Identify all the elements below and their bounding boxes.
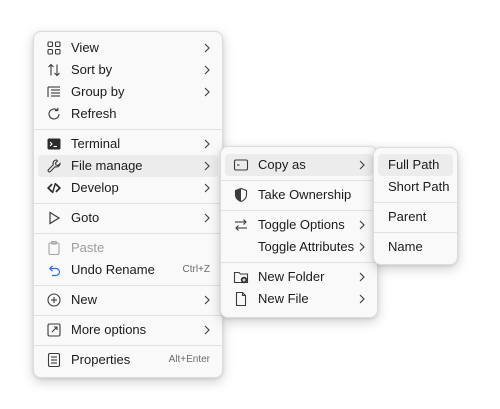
chevron-right-icon bbox=[357, 218, 367, 232]
undo-icon bbox=[46, 262, 62, 278]
menu-item-label: New bbox=[71, 292, 98, 307]
menu-item-view[interactable]: View bbox=[38, 37, 218, 59]
menu-item-new-file[interactable]: New File bbox=[225, 288, 373, 310]
menu-item-sort-by[interactable]: Sort by bbox=[38, 59, 218, 81]
group-list-icon bbox=[46, 84, 62, 100]
menu-separator bbox=[34, 315, 222, 316]
toggle-arrows-icon bbox=[233, 217, 249, 233]
code-icon bbox=[46, 180, 62, 196]
menu-separator bbox=[374, 202, 457, 203]
menu-item-refresh[interactable]: Refresh bbox=[38, 103, 218, 125]
menu-item-short-path[interactable]: Short Path bbox=[378, 176, 453, 198]
sort-icon bbox=[46, 62, 62, 78]
menu-item-label: Develop bbox=[71, 180, 119, 195]
menu-item-label: Parent bbox=[388, 209, 427, 224]
menu-item-label: More options bbox=[71, 322, 147, 337]
shortcut-label: Ctrl+Z bbox=[182, 264, 211, 275]
menu-item-full-path[interactable]: Full Path bbox=[378, 154, 453, 176]
menu-item-take-ownership[interactable]: Take Ownership bbox=[225, 184, 373, 206]
menu-item-toggle-attributes[interactable]: Toggle Attributes bbox=[225, 236, 373, 258]
menu-separator bbox=[34, 233, 222, 234]
chevron-right-icon bbox=[202, 85, 212, 99]
shield-icon bbox=[233, 187, 249, 203]
menu-item-label: New File bbox=[258, 291, 309, 306]
menu-separator bbox=[221, 210, 377, 211]
chevron-right-icon bbox=[202, 41, 212, 55]
menu-item-file-manage[interactable]: File manage bbox=[38, 155, 218, 177]
menu-item-label: Copy as bbox=[258, 157, 306, 172]
wrench-icon bbox=[46, 158, 62, 174]
menu-item-label: Sort by bbox=[71, 62, 113, 77]
copy-as-submenu: Full Path Short Path Parent Name bbox=[373, 147, 458, 265]
menu-item-label: Group by bbox=[71, 84, 125, 99]
chevron-right-icon bbox=[357, 158, 367, 172]
menu-item-label: Properties bbox=[71, 352, 131, 367]
menu-separator bbox=[34, 203, 222, 204]
menu-item-label: New Folder bbox=[258, 269, 325, 284]
menu-item-label: Take Ownership bbox=[258, 187, 352, 202]
properties-icon bbox=[46, 352, 62, 368]
refresh-icon bbox=[46, 106, 62, 122]
menu-item-label: Short Path bbox=[388, 179, 450, 194]
copy-path-icon bbox=[233, 157, 249, 173]
chevron-right-icon bbox=[357, 292, 367, 306]
file-manage-submenu: Copy as Take Ownership Toggle Options To… bbox=[220, 146, 378, 318]
chevron-right-icon bbox=[202, 293, 212, 307]
grid-view-icon bbox=[46, 40, 62, 56]
menu-item-name[interactable]: Name bbox=[378, 236, 453, 258]
menu-item-new[interactable]: New bbox=[38, 289, 218, 311]
menu-item-terminal[interactable]: Terminal bbox=[38, 133, 218, 155]
chevron-right-icon bbox=[357, 240, 367, 254]
menu-item-label: Toggle Attributes bbox=[258, 239, 355, 254]
clipboard-icon bbox=[46, 240, 62, 256]
menu-item-label: Undo Rename bbox=[71, 262, 155, 277]
terminal-icon bbox=[46, 136, 62, 152]
menu-item-toggle-options[interactable]: Toggle Options bbox=[225, 214, 373, 236]
menu-item-label: Paste bbox=[71, 240, 105, 255]
menu-item-group-by[interactable]: Group by bbox=[38, 81, 218, 103]
menu-item-label: File manage bbox=[71, 158, 143, 173]
menu-item-paste[interactable]: Paste bbox=[38, 237, 218, 259]
menu-separator bbox=[34, 345, 222, 346]
context-menu: View Sort by Group by Refresh Terminal F… bbox=[33, 31, 223, 378]
chevron-right-icon bbox=[202, 159, 212, 173]
menu-item-more-options[interactable]: More options bbox=[38, 319, 218, 341]
menu-separator bbox=[34, 285, 222, 286]
add-circle-icon bbox=[46, 292, 62, 308]
goto-arrow-icon bbox=[46, 210, 62, 226]
chevron-right-icon bbox=[202, 323, 212, 337]
menu-item-undo-rename[interactable]: Undo Rename Ctrl+Z bbox=[38, 259, 218, 281]
chevron-right-icon bbox=[202, 137, 212, 151]
menu-item-develop[interactable]: Develop bbox=[38, 177, 218, 199]
menu-item-label: Toggle Options bbox=[258, 217, 345, 232]
chevron-right-icon bbox=[202, 211, 212, 225]
menu-item-label: Name bbox=[388, 239, 423, 254]
menu-separator bbox=[221, 180, 377, 181]
menu-item-properties[interactable]: Properties Alt+Enter bbox=[38, 349, 218, 371]
new-folder-icon bbox=[233, 269, 249, 285]
menu-item-label: Goto bbox=[71, 210, 100, 225]
menu-item-copy-as[interactable]: Copy as bbox=[225, 154, 373, 176]
new-file-icon bbox=[233, 291, 249, 307]
chevron-right-icon bbox=[202, 181, 212, 195]
menu-separator bbox=[221, 262, 377, 263]
expand-window-icon bbox=[46, 322, 62, 338]
menu-item-label: View bbox=[71, 40, 99, 55]
menu-item-new-folder[interactable]: New Folder bbox=[225, 266, 373, 288]
menu-item-goto[interactable]: Goto bbox=[38, 207, 218, 229]
chevron-right-icon bbox=[202, 63, 212, 77]
menu-item-label: Full Path bbox=[388, 157, 440, 172]
menu-separator bbox=[34, 129, 222, 130]
shortcut-label: Alt+Enter bbox=[168, 354, 210, 365]
menu-item-label: Terminal bbox=[71, 136, 121, 151]
menu-item-label: Refresh bbox=[71, 106, 117, 121]
menu-item-parent[interactable]: Parent bbox=[378, 206, 453, 228]
menu-separator bbox=[374, 232, 457, 233]
chevron-right-icon bbox=[357, 270, 367, 284]
